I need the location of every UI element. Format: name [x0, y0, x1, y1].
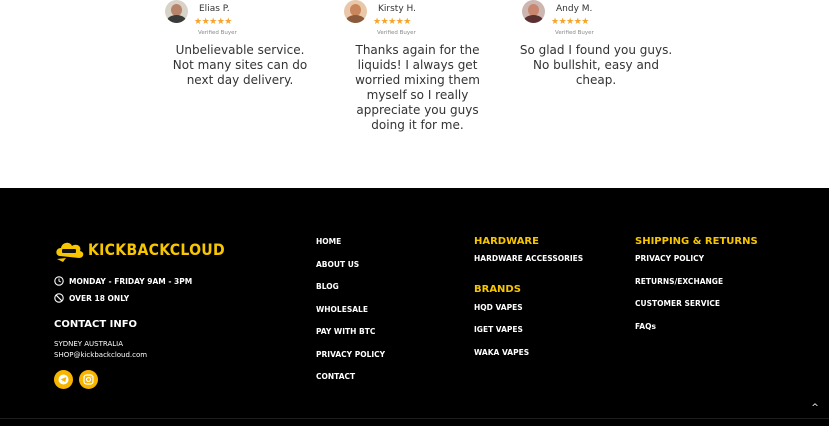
site-footer: KICKBACKCLOUD MONDAY - FRIDAY 9AM - 3PM … [0, 188, 829, 426]
telegram-icon [58, 374, 69, 385]
brand-logo[interactable]: KICKBACKCLOUD [54, 236, 225, 264]
scroll-to-top-button[interactable]: ^ [809, 402, 821, 414]
telegram-button[interactable] [54, 370, 73, 389]
cloud-logo-icon [56, 242, 84, 262]
footer-link-privacy-policy[interactable]: PRIVACY POLICY [316, 350, 385, 359]
contact-location: SYDNEY AUSTRALIA [54, 340, 124, 348]
avatar [165, 0, 188, 23]
footer-link-pay-with-btc[interactable]: PAY WITH BTC [316, 327, 375, 336]
brand-wordmark: KICKBACKCLOUD [88, 240, 225, 259]
avatar [522, 0, 545, 23]
prohibited-icon [54, 293, 64, 303]
contact-email-link[interactable]: SHOP@kickbackcloud.com [54, 351, 147, 359]
footer-link-hqd-vapes[interactable]: HQD VAPES [474, 303, 523, 312]
review-header: Kirsty H. ★★★★★ Verified Buyer [344, 0, 524, 40]
hours-text: MONDAY - FRIDAY 9AM - 3PM [69, 277, 193, 286]
review-text: Thanks again for the liquids! I always g… [355, 43, 480, 132]
instagram-button[interactable] [79, 370, 98, 389]
reviews-section: Elias P. ★★★★★ Verified Buyer Unbelievab… [0, 0, 829, 188]
hardware-heading[interactable]: HARDWARE [474, 236, 539, 247]
star-rating: ★★★★★ [373, 17, 411, 27]
review-header: Andy M. ★★★★★ Verified Buyer [522, 0, 702, 40]
verified-buyer-label: Verified Buyer [198, 30, 237, 36]
footer-link-about-us[interactable]: ABOUT US [316, 260, 359, 269]
footer-link-iget-vapes[interactable]: IGET VAPES [474, 325, 523, 334]
instagram-icon [83, 374, 94, 385]
reviewer-name: Elias P. [199, 4, 230, 14]
footer-link-waka-vapes[interactable]: WAKA VAPES [474, 348, 529, 357]
avatar [344, 0, 367, 23]
footer-divider [0, 418, 829, 419]
footer-link-contact[interactable]: CONTACT [316, 372, 355, 381]
review-header: Elias P. ★★★★★ Verified Buyer [165, 0, 345, 40]
footer-link-home[interactable]: HOME [316, 237, 341, 246]
reviewer-name: Andy M. [556, 4, 593, 14]
star-rating: ★★★★★ [194, 17, 232, 27]
review-text: Unbelievable service. Not many sites can… [172, 43, 308, 87]
verified-buyer-label: Verified Buyer [555, 30, 594, 36]
age-text: OVER 18 ONLY [69, 294, 130, 303]
shipping-returns-heading[interactable]: SHIPPING & RETURNS [635, 236, 758, 247]
footer-link-hardware-accessories[interactable]: HARDWARE ACCESSORIES [474, 254, 583, 263]
footer-link-wholesale[interactable]: WHOLESALE [316, 305, 368, 314]
verified-buyer-label: Verified Buyer [377, 30, 416, 36]
reviewer-name: Kirsty H. [378, 4, 416, 14]
star-rating: ★★★★★ [551, 17, 589, 27]
clock-icon [54, 276, 64, 286]
footer-link-returns-exchange[interactable]: RETURNS/EXCHANGE [635, 277, 723, 286]
brands-heading[interactable]: BRANDS [474, 284, 521, 295]
footer-link-customer-service[interactable]: CUSTOMER SERVICE [635, 299, 720, 308]
contact-info-heading: CONTACT INFO [54, 319, 138, 330]
footer-link-shipping-privacy-policy[interactable]: PRIVACY POLICY [635, 254, 704, 263]
footer-link-faqs[interactable]: FAQs [635, 322, 656, 331]
footer-link-blog[interactable]: BLOG [316, 282, 339, 291]
review-text: So glad I found you guys. No bullshit, e… [519, 43, 673, 87]
